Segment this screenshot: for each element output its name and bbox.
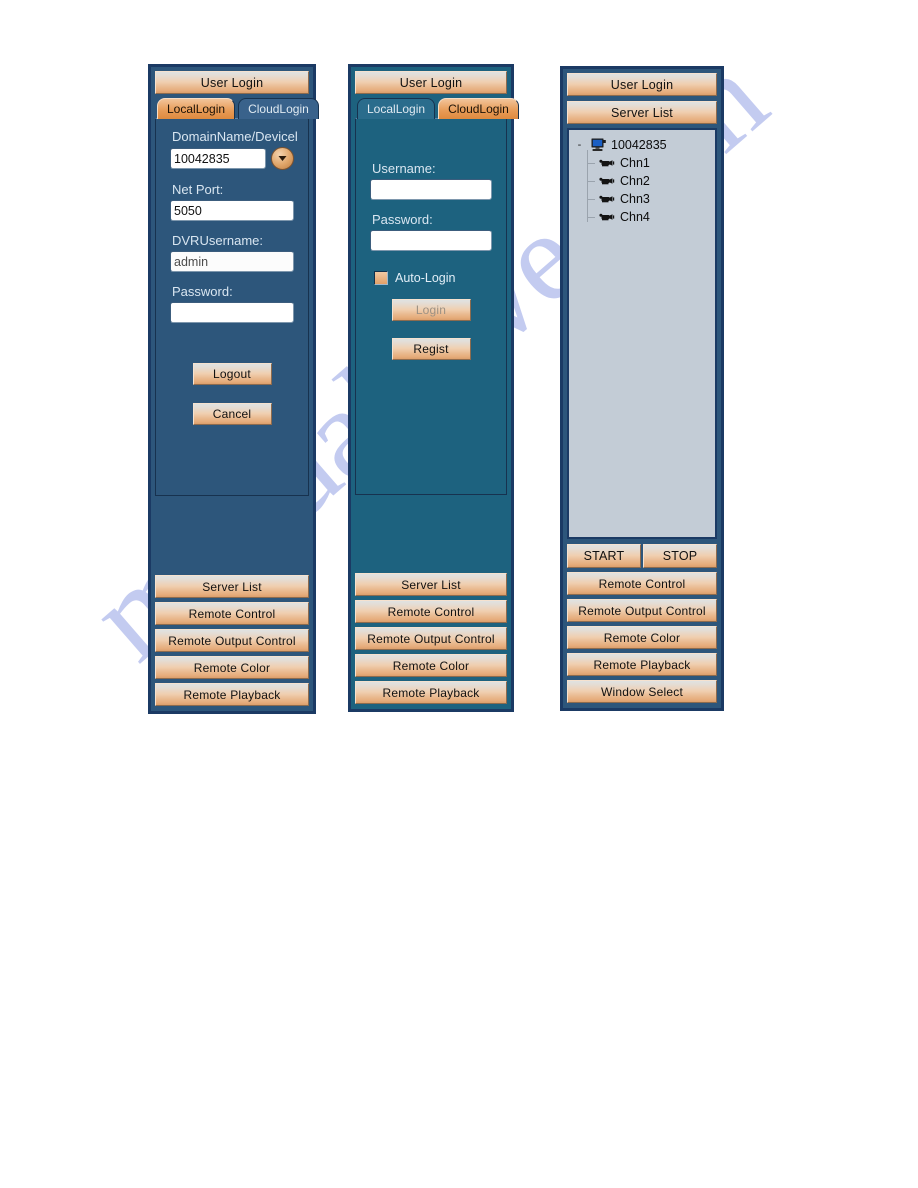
local-login-form: DomainName/Devicel 10042835 Net Port: 50… <box>155 118 309 496</box>
user-login-header-button[interactable]: User Login <box>567 73 717 96</box>
user-login-header-button[interactable]: User Login <box>355 71 507 94</box>
tab-cloud-login[interactable]: CloudLogin <box>438 98 519 119</box>
domain-name-label: DomainName/Devicel <box>172 129 298 144</box>
cloud-login-actions: Login Regist <box>370 299 492 360</box>
net-port-label: Net Port: <box>172 182 224 197</box>
password-label: Password: <box>372 212 433 227</box>
logout-button[interactable]: Logout <box>192 363 272 385</box>
tree-root-label: 10042835 <box>611 138 667 152</box>
net-port-input[interactable]: 5050 <box>170 200 294 221</box>
tab-local-login[interactable]: LocalLogin <box>157 98 236 119</box>
tree-row-channel[interactable]: Chn2 <box>587 168 711 190</box>
user-login-local-panel: User Login LocalLogin CloudLogin DomainN… <box>148 64 319 714</box>
dvr-username-input[interactable]: admin <box>170 251 294 272</box>
domain-name-input[interactable]: 10042835 <box>170 148 266 169</box>
remote-playback-button[interactable]: Remote Playback <box>155 683 309 706</box>
cloud-bottom-button-stack: Server List Remote Control Remote Output… <box>355 573 507 704</box>
auto-login-label: Auto-Login <box>395 271 456 285</box>
dvr-username-label: DVRUsername: <box>172 233 264 248</box>
server-bottom-button-stack: Remote Control Remote Output Control Rem… <box>567 572 717 703</box>
cancel-button[interactable]: Cancel <box>192 403 272 425</box>
collapse-expander-icon[interactable]: - <box>575 139 584 150</box>
camera-icon <box>598 158 616 169</box>
domain-name-row: 10042835 <box>170 147 294 170</box>
username-input[interactable] <box>370 179 492 200</box>
remote-color-button[interactable]: Remote Color <box>155 656 309 679</box>
auto-login-row[interactable]: Auto-Login <box>374 271 492 285</box>
camera-icon <box>598 194 616 205</box>
camera-icon <box>598 212 616 223</box>
login-tabs: LocalLogin CloudLogin <box>355 98 519 119</box>
login-tabs: LocalLogin CloudLogin <box>155 98 319 119</box>
regist-button[interactable]: Regist <box>391 338 471 360</box>
tree-row-channel[interactable]: Chn3 <box>587 186 711 208</box>
chevron-down-icon[interactable] <box>271 147 294 170</box>
password-row <box>370 230 492 251</box>
cloud-panel-spacer <box>355 495 507 573</box>
dvr-username-row: admin <box>170 251 294 272</box>
tree-channel-label: Chn2 <box>620 174 650 188</box>
username-label: Username: <box>372 161 436 176</box>
remote-output-control-button[interactable]: Remote Output Control <box>355 627 507 650</box>
tree-row-root[interactable]: - 10042835 <box>575 136 711 154</box>
tree-channel-label: Chn4 <box>620 210 650 224</box>
net-port-row: 5050 <box>170 200 294 221</box>
server-list-header-button[interactable]: Server List <box>567 101 717 124</box>
login-button[interactable]: Login <box>391 299 471 321</box>
password-input[interactable] <box>170 302 294 323</box>
start-stop-row: START STOP <box>567 544 717 568</box>
password-label: Password: <box>172 284 233 299</box>
local-panel-spacer <box>155 496 309 575</box>
tab-local-login[interactable]: LocalLogin <box>357 98 436 119</box>
device-tree[interactable]: - 10042835 Chn1 Chn2 Chn3 Chn4 <box>567 128 717 539</box>
tree-channel-label: Chn1 <box>620 156 650 170</box>
local-bottom-button-stack: Server List Remote Control Remote Output… <box>155 575 309 706</box>
remote-output-control-button[interactable]: Remote Output Control <box>155 629 309 652</box>
cloud-login-form: Username: Password: Auto-Login Login Reg… <box>355 118 507 495</box>
tab-cloud-login[interactable]: CloudLogin <box>238 98 319 119</box>
remote-color-button[interactable]: Remote Color <box>567 626 717 649</box>
server-list-button[interactable]: Server List <box>355 573 507 596</box>
local-login-actions: Logout Cancel <box>170 363 294 425</box>
remote-control-button[interactable]: Remote Control <box>155 602 309 625</box>
user-login-cloud-panel: User Login LocalLogin CloudLogin Usernam… <box>348 64 519 712</box>
stop-button[interactable]: STOP <box>643 544 717 568</box>
tree-channel-label: Chn3 <box>620 192 650 206</box>
camera-icon <box>598 176 616 187</box>
remote-color-button[interactable]: Remote Color <box>355 654 507 677</box>
computer-icon <box>589 138 607 152</box>
remote-playback-button[interactable]: Remote Playback <box>355 681 507 704</box>
auto-login-checkbox[interactable] <box>374 271 388 285</box>
remote-control-button[interactable]: Remote Control <box>567 572 717 595</box>
server-list-panel: User Login Server List - 10042835 Chn1 C… <box>560 66 724 711</box>
remote-control-button[interactable]: Remote Control <box>355 600 507 623</box>
tree-row-channel[interactable]: Chn4 <box>587 204 711 226</box>
server-list-button[interactable]: Server List <box>155 575 309 598</box>
window-select-button[interactable]: Window Select <box>567 680 717 703</box>
user-login-header-button[interactable]: User Login <box>155 71 309 94</box>
password-row <box>170 302 294 323</box>
username-row <box>370 179 492 200</box>
password-input[interactable] <box>370 230 492 251</box>
tree-row-channel[interactable]: Chn1 <box>587 150 711 172</box>
remote-playback-button[interactable]: Remote Playback <box>567 653 717 676</box>
remote-output-control-button[interactable]: Remote Output Control <box>567 599 717 622</box>
start-button[interactable]: START <box>567 544 641 568</box>
